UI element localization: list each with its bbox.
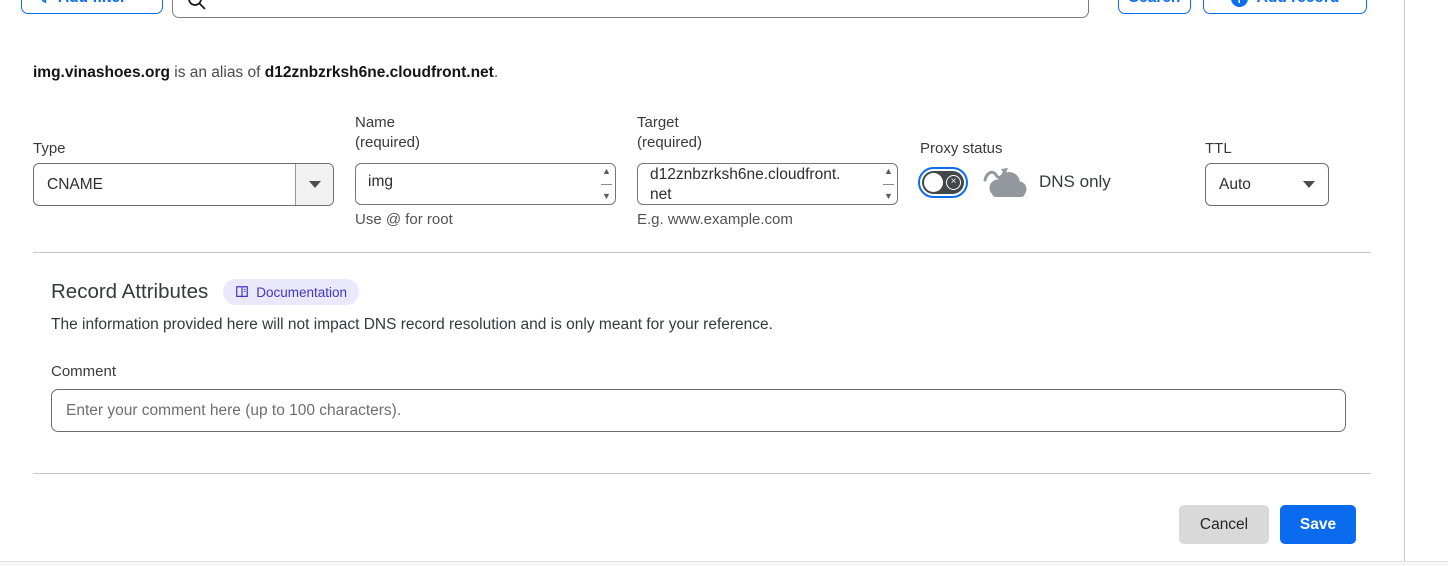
type-select-arrow-box[interactable] xyxy=(295,164,333,205)
panel-right-border xyxy=(1404,0,1405,561)
search-input[interactable] xyxy=(172,0,1089,18)
toggle-off-x-icon: × xyxy=(946,175,961,190)
dns-record-edit-panel: Add filter Search + Add record img.vinas… xyxy=(0,0,1448,566)
save-label: Save xyxy=(1299,515,1337,533)
toggle-knob xyxy=(924,173,943,192)
scroll-down-icon[interactable]: ▼ xyxy=(602,192,611,201)
name-required: (required) xyxy=(355,134,421,151)
scroll-down-icon[interactable]: ▼ xyxy=(884,192,893,201)
chevron-down-icon xyxy=(1303,181,1315,188)
dns-only-cloud-icon xyxy=(983,165,1027,204)
target-label: Target (required) xyxy=(637,114,703,151)
name-hint: Use @ for root xyxy=(355,211,453,228)
cancel-button[interactable]: Cancel xyxy=(1179,505,1269,544)
add-filter-button[interactable]: Add filter xyxy=(21,0,163,14)
proxy-toggle[interactable]: × xyxy=(918,167,968,198)
search-button[interactable]: Search xyxy=(1118,0,1191,14)
filter-icon xyxy=(38,0,50,8)
proxy-status-value: DNS only xyxy=(1039,172,1111,191)
chevron-down-icon xyxy=(308,181,321,188)
alias-host: img.vinashoes.org xyxy=(33,64,170,81)
name-input-scrollbar[interactable]: ▲ ▼ xyxy=(598,164,615,204)
plus-circle-icon: + xyxy=(1230,0,1248,7)
footer-divider xyxy=(33,473,1371,474)
add-record-button[interactable]: + Add record xyxy=(1203,0,1367,14)
book-icon xyxy=(236,286,249,298)
name-label: Name (required) xyxy=(355,114,421,151)
scroll-up-icon[interactable]: ▲ xyxy=(602,167,611,176)
target-required: (required) xyxy=(637,134,703,151)
name-input-value: img xyxy=(368,173,393,190)
record-attributes-description: The information provided here will not i… xyxy=(51,316,773,333)
record-attributes-heading: Record Attributes xyxy=(51,280,209,303)
search-icon xyxy=(187,0,206,15)
target-hint: E.g. www.example.com xyxy=(637,211,793,228)
search-button-label: Search xyxy=(1129,0,1181,7)
target-input-scrollbar[interactable]: ▲ ▼ xyxy=(880,164,897,204)
target-input-value: d12znbzrksh6ne.cloudfront. net xyxy=(650,166,841,203)
alias-sentence: img.vinashoes.org is an alias of d12znbz… xyxy=(33,64,499,81)
ttl-label: TTL xyxy=(1205,140,1232,157)
alias-target: d12znbzrksh6ne.cloudfront.net xyxy=(264,64,494,81)
save-button[interactable]: Save xyxy=(1280,505,1356,544)
ttl-select[interactable]: Auto xyxy=(1205,163,1329,206)
proxy-status-label: Proxy status xyxy=(920,140,1003,157)
type-select[interactable]: CNAME xyxy=(33,163,334,206)
add-filter-label: Add filter xyxy=(58,0,126,7)
type-label: Type xyxy=(33,140,66,157)
comment-input[interactable] xyxy=(51,389,1346,432)
type-select-value: CNAME xyxy=(47,175,103,193)
name-input[interactable]: img ▲ ▼ xyxy=(355,163,616,205)
documentation-link[interactable]: Documentation xyxy=(223,279,360,305)
comment-label: Comment xyxy=(51,363,117,380)
panel-bottom-edge xyxy=(0,561,1448,566)
scroll-up-icon[interactable]: ▲ xyxy=(884,167,893,176)
documentation-label: Documentation xyxy=(256,284,348,300)
target-input[interactable]: d12znbzrksh6ne.cloudfront. net ▲ ▼ xyxy=(637,163,898,205)
ttl-select-value: Auto xyxy=(1219,175,1251,193)
section-divider xyxy=(33,252,1371,253)
add-record-label: Add record xyxy=(1257,0,1340,7)
cancel-label: Cancel xyxy=(1199,515,1249,533)
